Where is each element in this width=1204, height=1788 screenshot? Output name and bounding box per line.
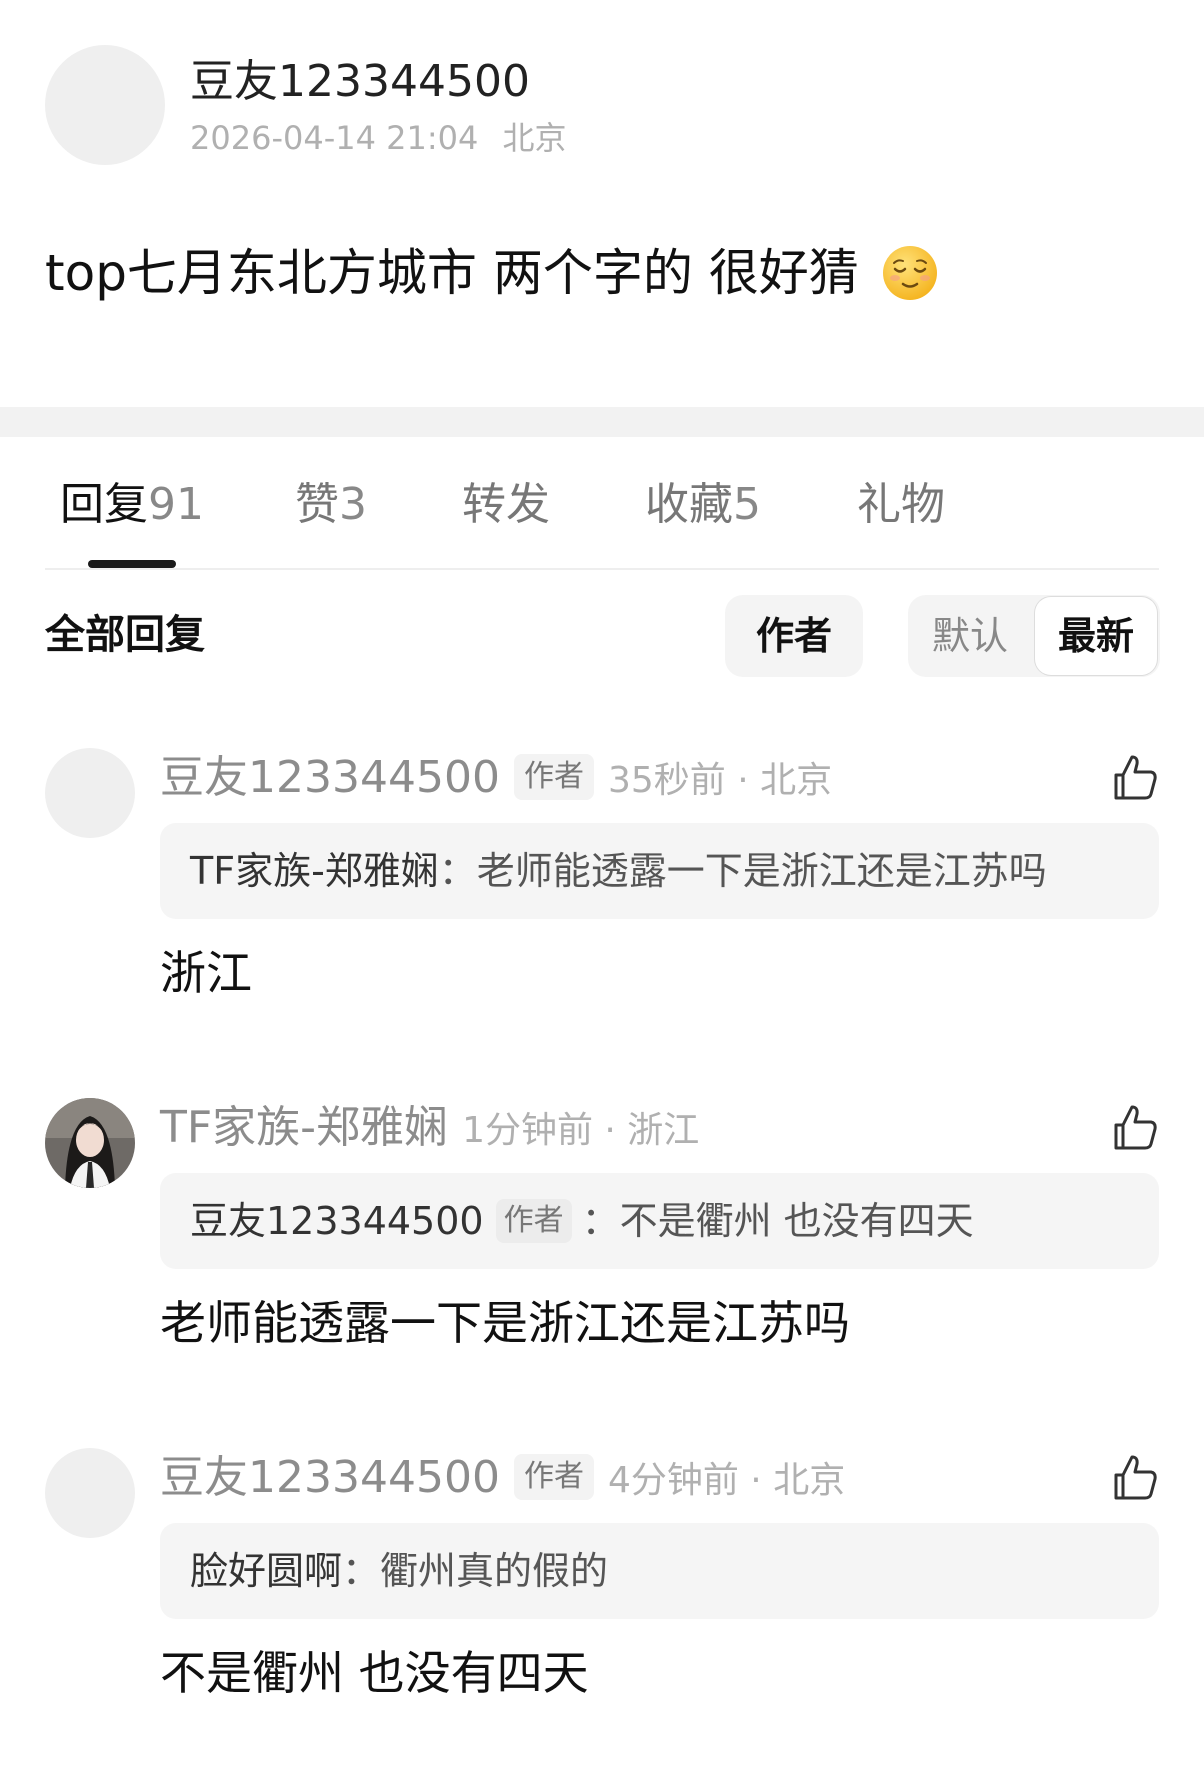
comment-time: 4分钟前 · 北京 <box>607 1460 846 1501</box>
tab-reposts[interactable]: 转发 <box>462 470 550 540</box>
quote-text: ：衢州真的假的 <box>342 1549 609 1593</box>
tab-replies[interactable]: 回复91 <box>60 470 204 540</box>
post-text: top七月东北方城市 两个字的 很好猜 <box>45 244 859 302</box>
comment-time: 1分钟前 · 浙江 <box>462 1110 700 1151</box>
thumbs-up-icon[interactable] <box>1110 1453 1160 1503</box>
quote-text: ：不是衢州 也没有四天 <box>581 1199 974 1243</box>
tab-underline <box>45 568 1159 570</box>
comment-body: 浙江 <box>160 946 252 1000</box>
section-divider <box>0 407 1204 437</box>
quote-author: 脸好圆啊 <box>190 1549 343 1593</box>
post-author-avatar[interactable] <box>45 45 165 165</box>
sort-newest-button[interactable]: 最新 <box>1035 597 1157 675</box>
relieved-face-emoji-icon <box>881 244 939 318</box>
post-timestamp: 2026-04-14 21:04 <box>190 119 479 157</box>
active-tab-indicator <box>88 560 176 568</box>
comment-author[interactable]: 豆友123344500 <box>160 1452 500 1503</box>
comment-author[interactable]: TF家族-郑雅娴 <box>160 1102 448 1153</box>
comment-header: TF家族-郑雅娴 1分钟前 · 浙江 <box>160 1098 699 1158</box>
author-badge: 作者 <box>513 1454 594 1500</box>
post-meta: 2026-04-14 21:04 北京 <box>190 118 567 158</box>
comment-time: 35秒前 · 北京 <box>607 760 833 801</box>
tab-favorites[interactable]: 收藏5 <box>645 470 761 540</box>
sort-default-button[interactable]: 默认 <box>908 595 1032 677</box>
comment-item: 豆友123344500 作者 35秒前 · 北京 TF家族-郑雅娴：老师能透露一下是… <box>0 748 1204 1088</box>
all-replies-label: 全部回复 <box>45 612 205 658</box>
quoted-reply[interactable]: TF家族-郑雅娴：老师能透露一下是浙江还是江苏吗 <box>160 823 1159 919</box>
thumbs-up-icon[interactable] <box>1110 753 1160 803</box>
avatar[interactable] <box>45 748 135 838</box>
post-location: 北京 <box>502 119 567 157</box>
quote-author: TF家族-郑雅娴 <box>190 849 439 893</box>
thumbs-up-icon[interactable] <box>1110 1103 1160 1153</box>
avatar[interactable] <box>45 1098 135 1188</box>
comment-header: 豆友123344500 作者 4分钟前 · 北京 <box>160 1448 845 1508</box>
tab-gifts[interactable]: 礼物 <box>857 470 945 540</box>
author-badge: 作者 <box>513 754 594 800</box>
author-filter-button[interactable]: 作者 <box>725 595 863 677</box>
post-body: top七月东北方城市 两个字的 很好猜 <box>45 240 939 318</box>
post-author-name[interactable]: 豆友123344500 <box>190 55 530 109</box>
sort-toggle: 默认 最新 <box>908 595 1160 677</box>
quote-text: ：老师能透露一下是浙江还是江苏吗 <box>438 849 1047 893</box>
comment-body: 老师能透露一下是浙江还是江苏吗 <box>160 1296 850 1350</box>
comment-author[interactable]: 豆友123344500 <box>160 752 500 803</box>
quote-author: 豆友123344500 <box>190 1199 484 1243</box>
author-badge: 作者 <box>495 1199 572 1243</box>
comment-header: 豆友123344500 作者 35秒前 · 北京 <box>160 748 832 808</box>
comment-body: 不是衢州 也没有四天 <box>160 1646 589 1700</box>
comment-item: TF家族-郑雅娴 1分钟前 · 浙江 豆友123344500 作者 ：不是衢州 也没有… <box>0 1098 1204 1438</box>
tab-likes[interactable]: 赞3 <box>295 470 367 540</box>
quoted-reply[interactable]: 脸好圆啊：衢州真的假的 <box>160 1523 1159 1619</box>
comment-item: 豆友123344500 作者 4分钟前 · 北京 脸好圆啊：衢州真的假的 不是衢州 … <box>0 1448 1204 1788</box>
avatar[interactable] <box>45 1448 135 1538</box>
quoted-reply[interactable]: 豆友123344500 作者 ：不是衢州 也没有四天 <box>160 1173 1159 1269</box>
